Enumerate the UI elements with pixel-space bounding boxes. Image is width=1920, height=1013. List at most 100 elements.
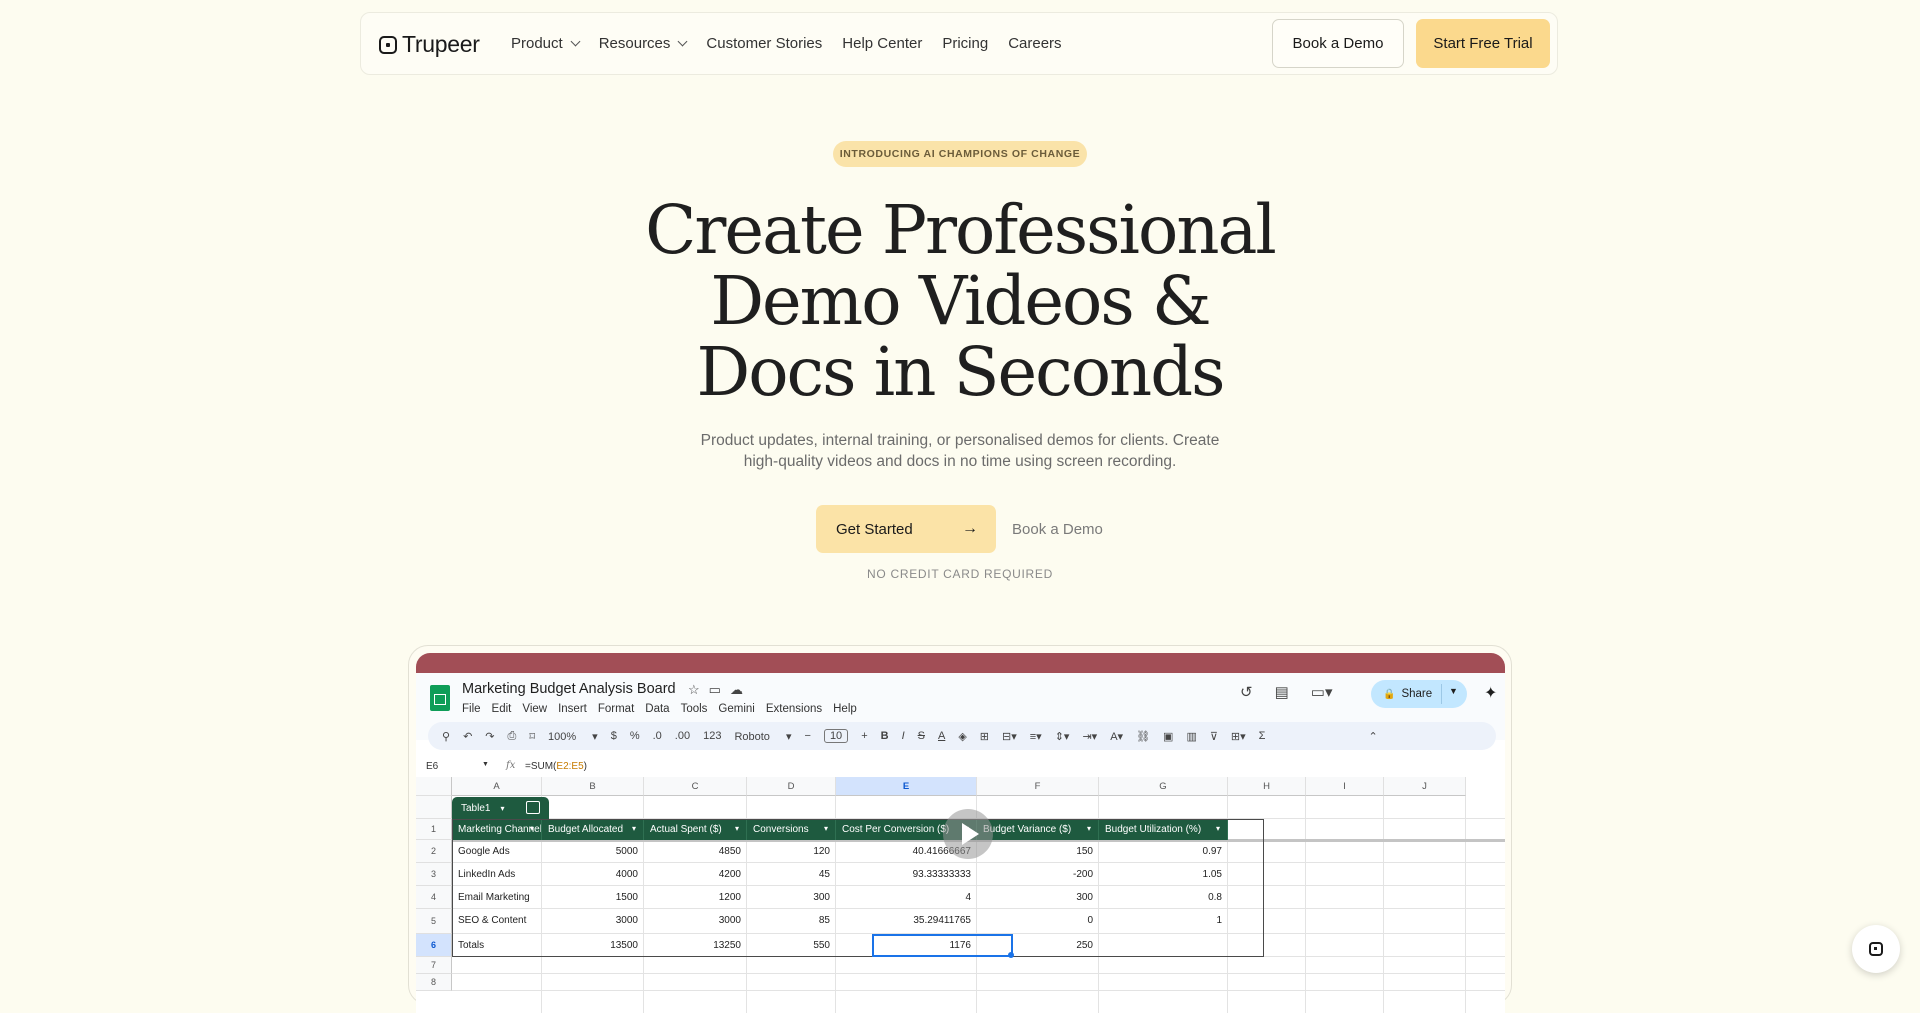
row-header: 3 xyxy=(416,863,452,886)
row-header: 8 xyxy=(416,974,452,991)
sheets-menu-bar: File Edit View Insert Format Data Tools … xyxy=(462,703,868,715)
chevron-down-icon: ▼ xyxy=(482,761,489,768)
menu-file: File xyxy=(462,703,481,715)
column-header: F xyxy=(977,777,1099,796)
table-cell: 550 xyxy=(813,940,830,951)
chat-icon xyxy=(1869,942,1883,956)
book-demo-button[interactable]: Book a Demo xyxy=(1272,19,1404,68)
table-cell: 0.97 xyxy=(1202,846,1222,857)
chevron-down-icon: ▾ xyxy=(631,824,636,833)
plus-icon: + xyxy=(861,730,868,742)
logo[interactable]: Trupeer xyxy=(379,31,480,58)
video-call-icon: ▭▾ xyxy=(1310,684,1333,701)
table-cell: 13250 xyxy=(713,940,741,951)
demo-video[interactable]: Marketing Budget Analysis Board ☆ ▭ ☁ Fi… xyxy=(416,653,1505,1013)
table-cell: 35.29411765 xyxy=(913,915,971,926)
table-cell: Totals xyxy=(458,940,485,951)
video-top-bar xyxy=(416,653,1505,673)
font-size-field: 10 xyxy=(823,729,849,743)
star-icon: ☆ xyxy=(688,682,700,697)
chat-widget-button[interactable] xyxy=(1852,925,1900,973)
menu-view: View xyxy=(522,703,548,715)
table-cell: 3000 xyxy=(718,915,741,926)
chevron-down-icon: ▾ xyxy=(1215,824,1220,833)
row-header: 1 xyxy=(416,819,452,840)
grid-line xyxy=(452,973,1505,974)
column-header: I xyxy=(1306,777,1384,796)
menu-edit: Edit xyxy=(491,703,512,715)
table-icon xyxy=(526,801,540,814)
announcement-badge[interactable]: INTRODUCING AI CHAMPIONS OF CHANGE xyxy=(833,141,1087,167)
play-icon xyxy=(962,823,979,845)
nav-item-product[interactable]: Product xyxy=(511,35,581,52)
nav-item-label: Product xyxy=(511,35,563,52)
table-cell: 1200 xyxy=(718,892,741,903)
row-header: 2 xyxy=(416,840,452,863)
column-header: A xyxy=(452,777,542,796)
logo-text: Trupeer xyxy=(402,31,480,57)
zoom-value: 100% xyxy=(547,730,577,743)
font-select: Roboto ▾ xyxy=(734,730,792,743)
table-header: Budget Variance ($) ▾ xyxy=(977,819,1099,840)
chevron-down-icon: ▾ xyxy=(1086,824,1091,833)
column-header: J xyxy=(1384,777,1466,796)
start-free-trial-button[interactable]: Start Free Trial xyxy=(1416,19,1550,68)
strikethrough-icon: S xyxy=(917,730,925,742)
hero-title-line: Demo Videos & xyxy=(710,262,1211,340)
title-icons: ☆ ▭ ☁ xyxy=(688,682,752,698)
table-cell: 4000 xyxy=(615,869,638,880)
table-cell: 4 xyxy=(965,892,971,903)
table-cell: 45 xyxy=(818,869,830,880)
hero-title: Create Professional Demo Videos & Docs i… xyxy=(560,195,1360,408)
table-header-label: Cost Per Conversion ($) xyxy=(842,824,950,835)
more-formats: 123 xyxy=(703,730,722,742)
comment-add-icon: ▣ xyxy=(1163,730,1174,743)
chevron-down-icon: ▾ xyxy=(500,803,505,813)
hero-subtitle-line: high-quality videos and docs in no time … xyxy=(743,453,1177,470)
rotate-icon: A▾ xyxy=(1110,730,1124,743)
sheet-title: Marketing Budget Analysis Board xyxy=(462,681,676,697)
nav-item-help-center[interactable]: Help Center xyxy=(842,35,922,52)
table-cell: 150 xyxy=(1076,846,1093,857)
row-header: 6 xyxy=(416,934,452,957)
chevron-down-icon: ▾ xyxy=(734,824,739,833)
share-button: 🔒 Share ▼ xyxy=(1371,680,1467,708)
comment-icon: ▤ xyxy=(1274,684,1289,701)
print-icon: ⎙ xyxy=(507,729,517,742)
nav-item-pricing[interactable]: Pricing xyxy=(942,35,988,52)
grid-line xyxy=(452,990,1505,991)
table-cell: 0.8 xyxy=(1208,892,1222,903)
redo-icon: ↷ xyxy=(485,730,495,743)
nav-item-customer-stories[interactable]: Customer Stories xyxy=(706,35,822,52)
search-icon: ⚲ xyxy=(442,730,451,743)
wrap-icon: ⇥▾ xyxy=(1082,730,1098,743)
chevron-down-icon: ▾ xyxy=(823,824,828,833)
share-divider xyxy=(1441,684,1442,704)
table-header: Conversions ▾ xyxy=(747,819,836,840)
get-started-button[interactable]: Get Started → xyxy=(816,505,996,553)
nav-item-resources[interactable]: Resources xyxy=(599,35,688,52)
menu-format: Format xyxy=(597,703,635,715)
italic-icon: I xyxy=(901,730,905,742)
decrease-decimal: .0 xyxy=(652,730,662,742)
no-credit-card-note: NO CREDIT CARD REQUIRED xyxy=(867,567,1053,581)
row-header: 7 xyxy=(416,957,452,974)
trupeer-logo-icon xyxy=(379,35,397,54)
fill-color-icon: ◈ xyxy=(958,730,967,743)
arrow-right-icon: → xyxy=(962,520,978,537)
nav-item-careers[interactable]: Careers xyxy=(1008,35,1061,52)
font-value: Roboto xyxy=(734,730,770,743)
table-header-label: Budget Allocated xyxy=(548,824,624,835)
table-header-label: Conversions xyxy=(753,824,809,835)
formula-suffix: ) xyxy=(583,761,587,772)
link-icon: ⛓ xyxy=(1136,730,1151,743)
hero-book-demo-link[interactable]: Book a Demo xyxy=(1012,505,1103,553)
chevron-down-icon: ▾ xyxy=(529,824,534,833)
menu-help: Help xyxy=(833,703,857,715)
nav-item-label: Careers xyxy=(1008,35,1062,52)
folder-icon: ▭ xyxy=(708,682,721,697)
valign-icon: ⇕▾ xyxy=(1054,730,1070,743)
table-cell: 1500 xyxy=(615,892,638,903)
demo-video-frame: Marketing Budget Analysis Board ☆ ▭ ☁ Fi… xyxy=(408,645,1512,1013)
sheets-logo-icon xyxy=(430,685,450,711)
